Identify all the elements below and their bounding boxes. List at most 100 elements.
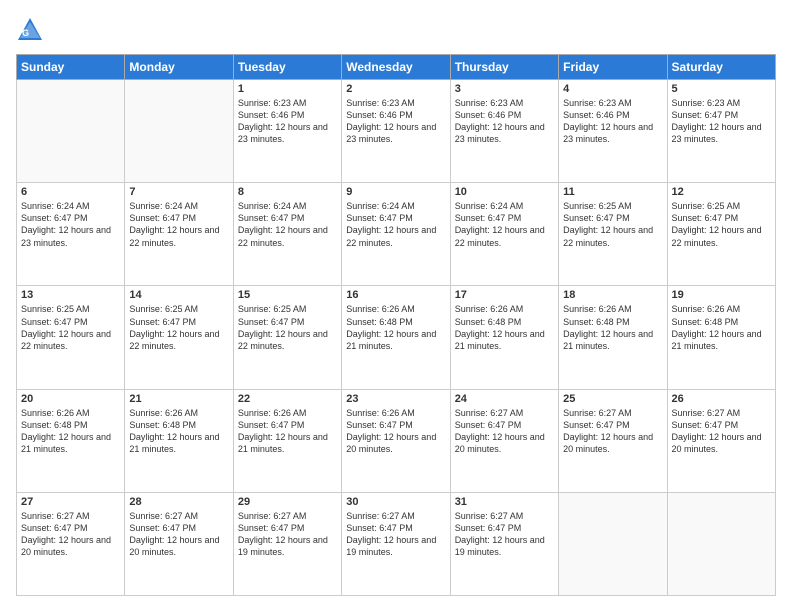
calendar-cell: 4Sunrise: 6:23 AMSunset: 6:46 PMDaylight… bbox=[559, 80, 667, 183]
day-info: Sunrise: 6:25 AMSunset: 6:47 PMDaylight:… bbox=[563, 200, 662, 249]
header: G bbox=[16, 16, 776, 44]
calendar-cell: 5Sunrise: 6:23 AMSunset: 6:47 PMDaylight… bbox=[667, 80, 775, 183]
calendar-cell: 29 Sunrise: 6:27 AMSunset: 6:47 PMDayligh… bbox=[233, 492, 341, 595]
day-number: 11 bbox=[563, 186, 662, 198]
weekday-header-saturday: Saturday bbox=[667, 55, 775, 80]
day-number: 28 bbox=[129, 496, 228, 508]
calendar-cell: 10 Sunrise: 6:24 AMSunset: 6:47 PMDayligh… bbox=[450, 183, 558, 286]
calendar-cell: 27 Sunrise: 6:27 AMSunset: 6:47 PMDayligh… bbox=[17, 492, 125, 595]
day-info: Sunrise: 6:24 AMSunset: 6:47 PMDaylight:… bbox=[346, 200, 445, 249]
calendar-cell: 30 Sunrise: 6:27 AMSunset: 6:47 PMDayligh… bbox=[342, 492, 450, 595]
day-info: Sunrise: 6:26 AMSunset: 6:47 PMDaylight:… bbox=[238, 407, 337, 456]
calendar-cell: 14 Sunrise: 6:25 AMSunset: 6:47 PMDayligh… bbox=[125, 286, 233, 389]
day-info: Sunrise: 6:27 AMSunset: 6:47 PMDaylight:… bbox=[129, 510, 228, 559]
logo-icon: G bbox=[16, 16, 44, 44]
day-info: Sunrise: 6:27 AMSunset: 6:47 PMDaylight:… bbox=[563, 407, 662, 456]
day-number: 16 bbox=[346, 289, 445, 301]
day-number: 27 bbox=[21, 496, 120, 508]
day-number: 17 bbox=[455, 289, 554, 301]
calendar-cell: 25 Sunrise: 6:27 AMSunset: 6:47 PMDayligh… bbox=[559, 389, 667, 492]
day-info: Sunrise: 6:26 AMSunset: 6:48 PMDaylight:… bbox=[129, 407, 228, 456]
weekday-header-thursday: Thursday bbox=[450, 55, 558, 80]
day-number: 13 bbox=[21, 289, 120, 301]
day-number: 10 bbox=[455, 186, 554, 198]
day-number: 6 bbox=[21, 186, 120, 198]
day-number: 7 bbox=[129, 186, 228, 198]
weekday-header-friday: Friday bbox=[559, 55, 667, 80]
day-info: Sunrise: 6:27 AMSunset: 6:47 PMDaylight:… bbox=[672, 407, 771, 456]
day-number: 1 bbox=[238, 83, 337, 95]
calendar-cell: 7 Sunrise: 6:24 AMSunset: 6:47 PMDaylight… bbox=[125, 183, 233, 286]
day-info: Sunrise: 6:24 AMSunset: 6:47 PMDaylight:… bbox=[129, 200, 228, 249]
day-number: 30 bbox=[346, 496, 445, 508]
day-info: Sunrise: 6:25 AMSunset: 6:47 PMDaylight:… bbox=[129, 303, 228, 352]
day-number: 31 bbox=[455, 496, 554, 508]
calendar-cell: 2Sunrise: 6:23 AMSunset: 6:46 PMDaylight… bbox=[342, 80, 450, 183]
day-number: 22 bbox=[238, 393, 337, 405]
day-number: 29 bbox=[238, 496, 337, 508]
day-info: Sunrise: 6:24 AMSunset: 6:47 PMDaylight:… bbox=[238, 200, 337, 249]
logo: G bbox=[16, 16, 46, 44]
weekday-header-sunday: Sunday bbox=[17, 55, 125, 80]
calendar-cell: 16 Sunrise: 6:26 AMSunset: 6:48 PMDayligh… bbox=[342, 286, 450, 389]
day-number: 20 bbox=[21, 393, 120, 405]
day-info: Sunrise: 6:24 AMSunset: 6:47 PMDaylight:… bbox=[21, 200, 120, 249]
calendar-week-2: 6 Sunrise: 6:24 AMSunset: 6:47 PMDaylight… bbox=[17, 183, 776, 286]
day-number: 18 bbox=[563, 289, 662, 301]
weekday-header-monday: Monday bbox=[125, 55, 233, 80]
day-info: Sunrise: 6:24 AMSunset: 6:47 PMDaylight:… bbox=[455, 200, 554, 249]
calendar-cell: 12 Sunrise: 6:25 AMSunset: 6:47 PMDayligh… bbox=[667, 183, 775, 286]
day-number: 12 bbox=[672, 186, 771, 198]
day-info: Sunrise: 6:25 AMSunset: 6:47 PMDaylight:… bbox=[672, 200, 771, 249]
day-info: Sunrise: 6:23 AMSunset: 6:47 PMDaylight:… bbox=[672, 97, 771, 146]
day-number: 15 bbox=[238, 289, 337, 301]
day-info: Sunrise: 6:27 AMSunset: 6:47 PMDaylight:… bbox=[238, 510, 337, 559]
calendar-cell: 15 Sunrise: 6:25 AMSunset: 6:47 PMDayligh… bbox=[233, 286, 341, 389]
calendar-cell: 31 Sunrise: 6:27 AMSunset: 6:47 PMDayligh… bbox=[450, 492, 558, 595]
calendar-cell bbox=[125, 80, 233, 183]
day-number: 9 bbox=[346, 186, 445, 198]
calendar-cell: 13 Sunrise: 6:25 AMSunset: 6:47 PMDayligh… bbox=[17, 286, 125, 389]
day-info: Sunrise: 6:27 AMSunset: 6:47 PMDaylight:… bbox=[455, 510, 554, 559]
day-info: Sunrise: 6:23 AMSunset: 6:46 PMDaylight:… bbox=[238, 97, 337, 146]
calendar-cell: 21 Sunrise: 6:26 AMSunset: 6:48 PMDayligh… bbox=[125, 389, 233, 492]
calendar-cell: 8Sunrise: 6:24 AMSunset: 6:47 PMDaylight… bbox=[233, 183, 341, 286]
calendar-week-1: 1 Sunrise: 6:23 AMSunset: 6:46 PMDaylight… bbox=[17, 80, 776, 183]
day-info: Sunrise: 6:26 AMSunset: 6:47 PMDaylight:… bbox=[346, 407, 445, 456]
calendar-cell: 20Sunrise: 6:26 AMSunset: 6:48 PMDayligh… bbox=[17, 389, 125, 492]
calendar-cell: 26 Sunrise: 6:27 AMSunset: 6:47 PMDayligh… bbox=[667, 389, 775, 492]
calendar-cell bbox=[667, 492, 775, 595]
calendar-cell: 9 Sunrise: 6:24 AMSunset: 6:47 PMDaylight… bbox=[342, 183, 450, 286]
calendar-cell: 3Sunrise: 6:23 AMSunset: 6:46 PMDaylight… bbox=[450, 80, 558, 183]
day-number: 4 bbox=[563, 83, 662, 95]
calendar-cell: 11 Sunrise: 6:25 AMSunset: 6:47 PMDayligh… bbox=[559, 183, 667, 286]
calendar-cell: 24 Sunrise: 6:27 AMSunset: 6:47 PMDayligh… bbox=[450, 389, 558, 492]
day-info: Sunrise: 6:27 AMSunset: 6:47 PMDaylight:… bbox=[21, 510, 120, 559]
calendar-cell: 6 Sunrise: 6:24 AMSunset: 6:47 PMDaylight… bbox=[17, 183, 125, 286]
day-info: Sunrise: 6:23 AMSunset: 6:46 PMDaylight:… bbox=[455, 97, 554, 146]
calendar-cell bbox=[559, 492, 667, 595]
page: G SundayMondayTuesdayWednesdayThursdayFr… bbox=[0, 0, 792, 612]
calendar-cell: 17Sunrise: 6:26 AMSunset: 6:48 PMDayligh… bbox=[450, 286, 558, 389]
day-info: Sunrise: 6:25 AMSunset: 6:47 PMDaylight:… bbox=[238, 303, 337, 352]
day-number: 24 bbox=[455, 393, 554, 405]
calendar-cell: 1 Sunrise: 6:23 AMSunset: 6:46 PMDaylight… bbox=[233, 80, 341, 183]
weekday-header-tuesday: Tuesday bbox=[233, 55, 341, 80]
calendar-cell: 23 Sunrise: 6:26 AMSunset: 6:47 PMDayligh… bbox=[342, 389, 450, 492]
weekday-header-wednesday: Wednesday bbox=[342, 55, 450, 80]
day-info: Sunrise: 6:26 AMSunset: 6:48 PMDaylight:… bbox=[346, 303, 445, 352]
day-info: Sunrise: 6:27 AMSunset: 6:47 PMDaylight:… bbox=[455, 407, 554, 456]
day-number: 21 bbox=[129, 393, 228, 405]
day-number: 23 bbox=[346, 393, 445, 405]
calendar-cell: 19 Sunrise: 6:26 AMSunset: 6:48 PMDayligh… bbox=[667, 286, 775, 389]
day-number: 14 bbox=[129, 289, 228, 301]
calendar-week-4: 20 Sunrise: 6:26 AMSunset: 6:48 PMDayligh… bbox=[17, 389, 776, 492]
day-info: Sunrise: 6:27 AMSunset: 6:47 PMDaylight:… bbox=[346, 510, 445, 559]
day-number: 19 bbox=[672, 289, 771, 301]
day-number: 26 bbox=[672, 393, 771, 405]
day-info: Sunrise: 6:26 AMSunset: 6:48 PMDaylight:… bbox=[672, 303, 771, 352]
calendar-cell: 18Sunrise: 6:26 AMSunset: 6:48 PMDayligh… bbox=[559, 286, 667, 389]
day-info: Sunrise: 6:25 AMSunset: 6:47 PMDaylight:… bbox=[21, 303, 120, 352]
day-number: 25 bbox=[563, 393, 662, 405]
calendar-cell: 22 Sunrise: 6:26 AMSunset: 6:47 PMDayligh… bbox=[233, 389, 341, 492]
